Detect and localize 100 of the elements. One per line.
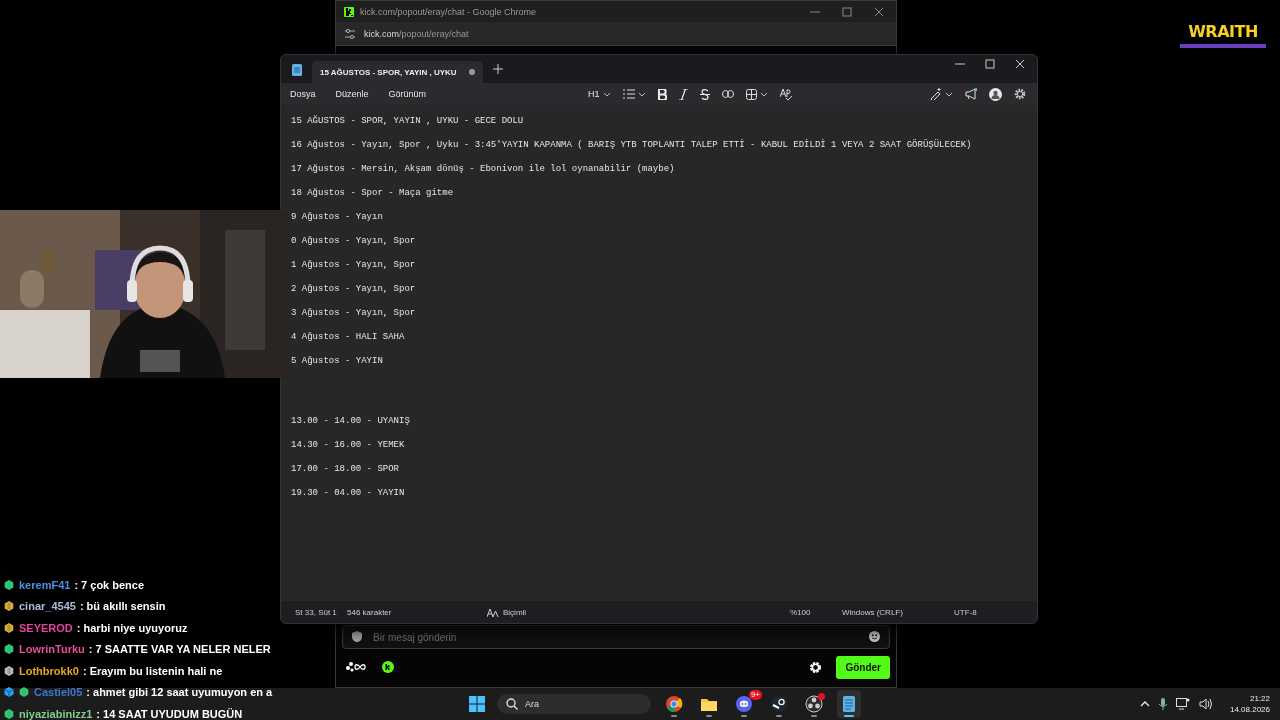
line-ending: Windows (CRLF) [842, 607, 904, 617]
text-line: 9 Ağustos - Yayın [291, 211, 384, 224]
text-line: 16 Ağustos - Yayın, Spor , Uyku - 3:45'YAYIN KAPANMA ( BARIŞ YTB TOPLANTI TALEP ETTİ - KABUL EDİLDİ 1 VEYA 2 SAAT GÖRÜŞÜLECEK) [291, 138, 973, 152]
settings-icon[interactable] [1014, 88, 1026, 100]
clock-time: 21:22 [1249, 693, 1270, 704]
badge-icon [19, 687, 29, 698]
link-icon[interactable] [721, 90, 734, 98]
chat-message: : Erayım bu listenin hali ne [82, 664, 223, 677]
taskbar-app[interactable] [802, 690, 826, 718]
badge-icon [4, 665, 14, 676]
zoom-level: %100 [790, 607, 812, 617]
cursor-position: St 33, Süt 1 [295, 607, 338, 617]
caret-icon [945, 90, 953, 98]
send-button[interactable]: Gönder [836, 655, 890, 679]
chat-message: : bü akıllı sensin [79, 600, 166, 613]
bold-icon[interactable] [657, 88, 667, 100]
encoding: UTF-8 [954, 607, 977, 617]
text-line: 19.30 - 04.00 - YAYIN [291, 487, 406, 500]
add-tab-icon[interactable] [492, 64, 503, 74]
font-size-icon [487, 607, 499, 617]
username: LowrinTurku [19, 643, 85, 656]
window-title: kick.com/popout/eray/chat - Google Chrome [360, 6, 538, 17]
menu-item[interactable]: Dosya [290, 89, 316, 99]
badge-icon [4, 622, 14, 633]
notepad-icon [840, 695, 858, 713]
document-tab[interactable]: 15 AĞUSTOS - SPOR, YAYIN , UYKU [312, 61, 483, 83]
badge-icon [4, 579, 14, 590]
text-line: 0 Ağustos - Yayın, Spor [291, 235, 417, 248]
username: Lothbrokk0 [19, 664, 79, 677]
list-icon [622, 89, 635, 99]
network-icon[interactable] [1175, 698, 1190, 710]
search-icon [506, 698, 518, 710]
account-icon[interactable] [989, 87, 1002, 101]
badge-icon [4, 644, 14, 655]
heading-dropdown[interactable]: H1 [588, 89, 611, 99]
menu-item[interactable]: Görünüm [388, 89, 427, 99]
badge-icon [4, 601, 14, 612]
pen-sparkle-icon [930, 88, 942, 100]
text-line: 15 AĞUSTOS - SPOR, YAYIN , UYKU - GECE DOLU [291, 114, 525, 128]
format-status: Biçimli [503, 607, 527, 617]
username: Castiel05 [34, 686, 83, 699]
username: niyaziabinizz1 [19, 707, 93, 720]
username: SEYEROD [19, 621, 73, 634]
windows-start-icon[interactable] [469, 696, 485, 712]
search-field[interactable]: Ara [497, 694, 651, 714]
caret-icon [759, 90, 768, 98]
megaphone-icon[interactable] [965, 88, 977, 100]
strikethrough-icon[interactable] [699, 88, 710, 100]
site-settings-icon[interactable] [344, 27, 356, 40]
table-icon [745, 88, 757, 100]
badge-icon [4, 708, 14, 719]
chat-message: : 7 çok bence [74, 578, 145, 591]
chat-message: : 7 SAATTE VAR YA NELER NELER [88, 643, 271, 656]
text-line: 13.00 - 14.00 - UYANIŞ [291, 415, 411, 428]
message-field[interactable]: Bir mesaj gönderin [342, 625, 890, 649]
maximize-icon[interactable] [985, 59, 995, 69]
copilot-dropdown[interactable] [930, 88, 953, 100]
kick-badge-icon[interactable] [382, 661, 394, 673]
text-line: 1 Ağustos - Yayın, Spor [291, 259, 417, 272]
spellcheck-icon[interactable] [779, 88, 792, 100]
text-line: 18 Ağustos - Spor - Maça gitme [291, 187, 455, 200]
discord-icon [735, 695, 753, 713]
close-icon[interactable] [874, 6, 884, 17]
maximize-icon[interactable] [842, 6, 852, 17]
italic-icon[interactable] [678, 88, 688, 100]
clock-date: 14.08.2026 [1229, 704, 1270, 715]
chrome-icon [665, 695, 683, 713]
microphone-icon[interactable] [1158, 698, 1167, 710]
notepad-icon [292, 64, 302, 76]
text-line: 14.30 - 16.00 - YEMEK [291, 439, 406, 452]
caret-icon [602, 90, 611, 98]
text-line: 17 Ağustos - Mersin, Akşam dönüş - Ebonivon ile lol oynanabilir (maybe) [291, 163, 676, 176]
record-disc-icon [805, 695, 823, 713]
table-dropdown[interactable] [745, 88, 768, 100]
text-line: 17.00 - 18.00 - SPOR [291, 463, 401, 476]
kick-logo-icon [344, 6, 354, 17]
text-line: 5 Ağustos - YAYIN [291, 355, 384, 368]
chat-message: : 14 SAAT UYUDUM BUGÜN [96, 707, 243, 720]
address-bar[interactable]: kick.com/popout/eray/chat [364, 28, 469, 39]
username: cinar_4545 [19, 600, 76, 613]
notification-badge: 9+ [748, 690, 762, 700]
text-line: 3 Ağustos - Yayın, Spor [291, 307, 417, 320]
steam-icon [770, 695, 788, 713]
stream-logo: WRAITH [1180, 18, 1266, 48]
speaker-icon[interactable] [1198, 698, 1213, 710]
list-dropdown[interactable] [622, 89, 646, 99]
cube-icon [4, 687, 14, 698]
dots-infinity-icon[interactable] [346, 662, 368, 672]
chat-message: : ahmet gibi 12 saat uyumuyon en a [86, 686, 273, 699]
taskbar-app[interactable] [837, 690, 861, 718]
emoji-icon[interactable] [869, 631, 880, 642]
text-line: 4 Ağustos - HALI SAHA [291, 331, 406, 344]
close-icon[interactable] [1015, 59, 1025, 69]
menu-item[interactable]: Düzenle [335, 89, 369, 99]
character-count: 546 karakter [347, 607, 393, 617]
text-line: 2 Ağustos - Yayın, Spor [291, 283, 417, 296]
username: keremF41 [19, 578, 71, 591]
alert-dot-icon [818, 693, 825, 700]
chevron-up-icon[interactable] [1139, 701, 1150, 707]
caret-icon [637, 90, 646, 98]
